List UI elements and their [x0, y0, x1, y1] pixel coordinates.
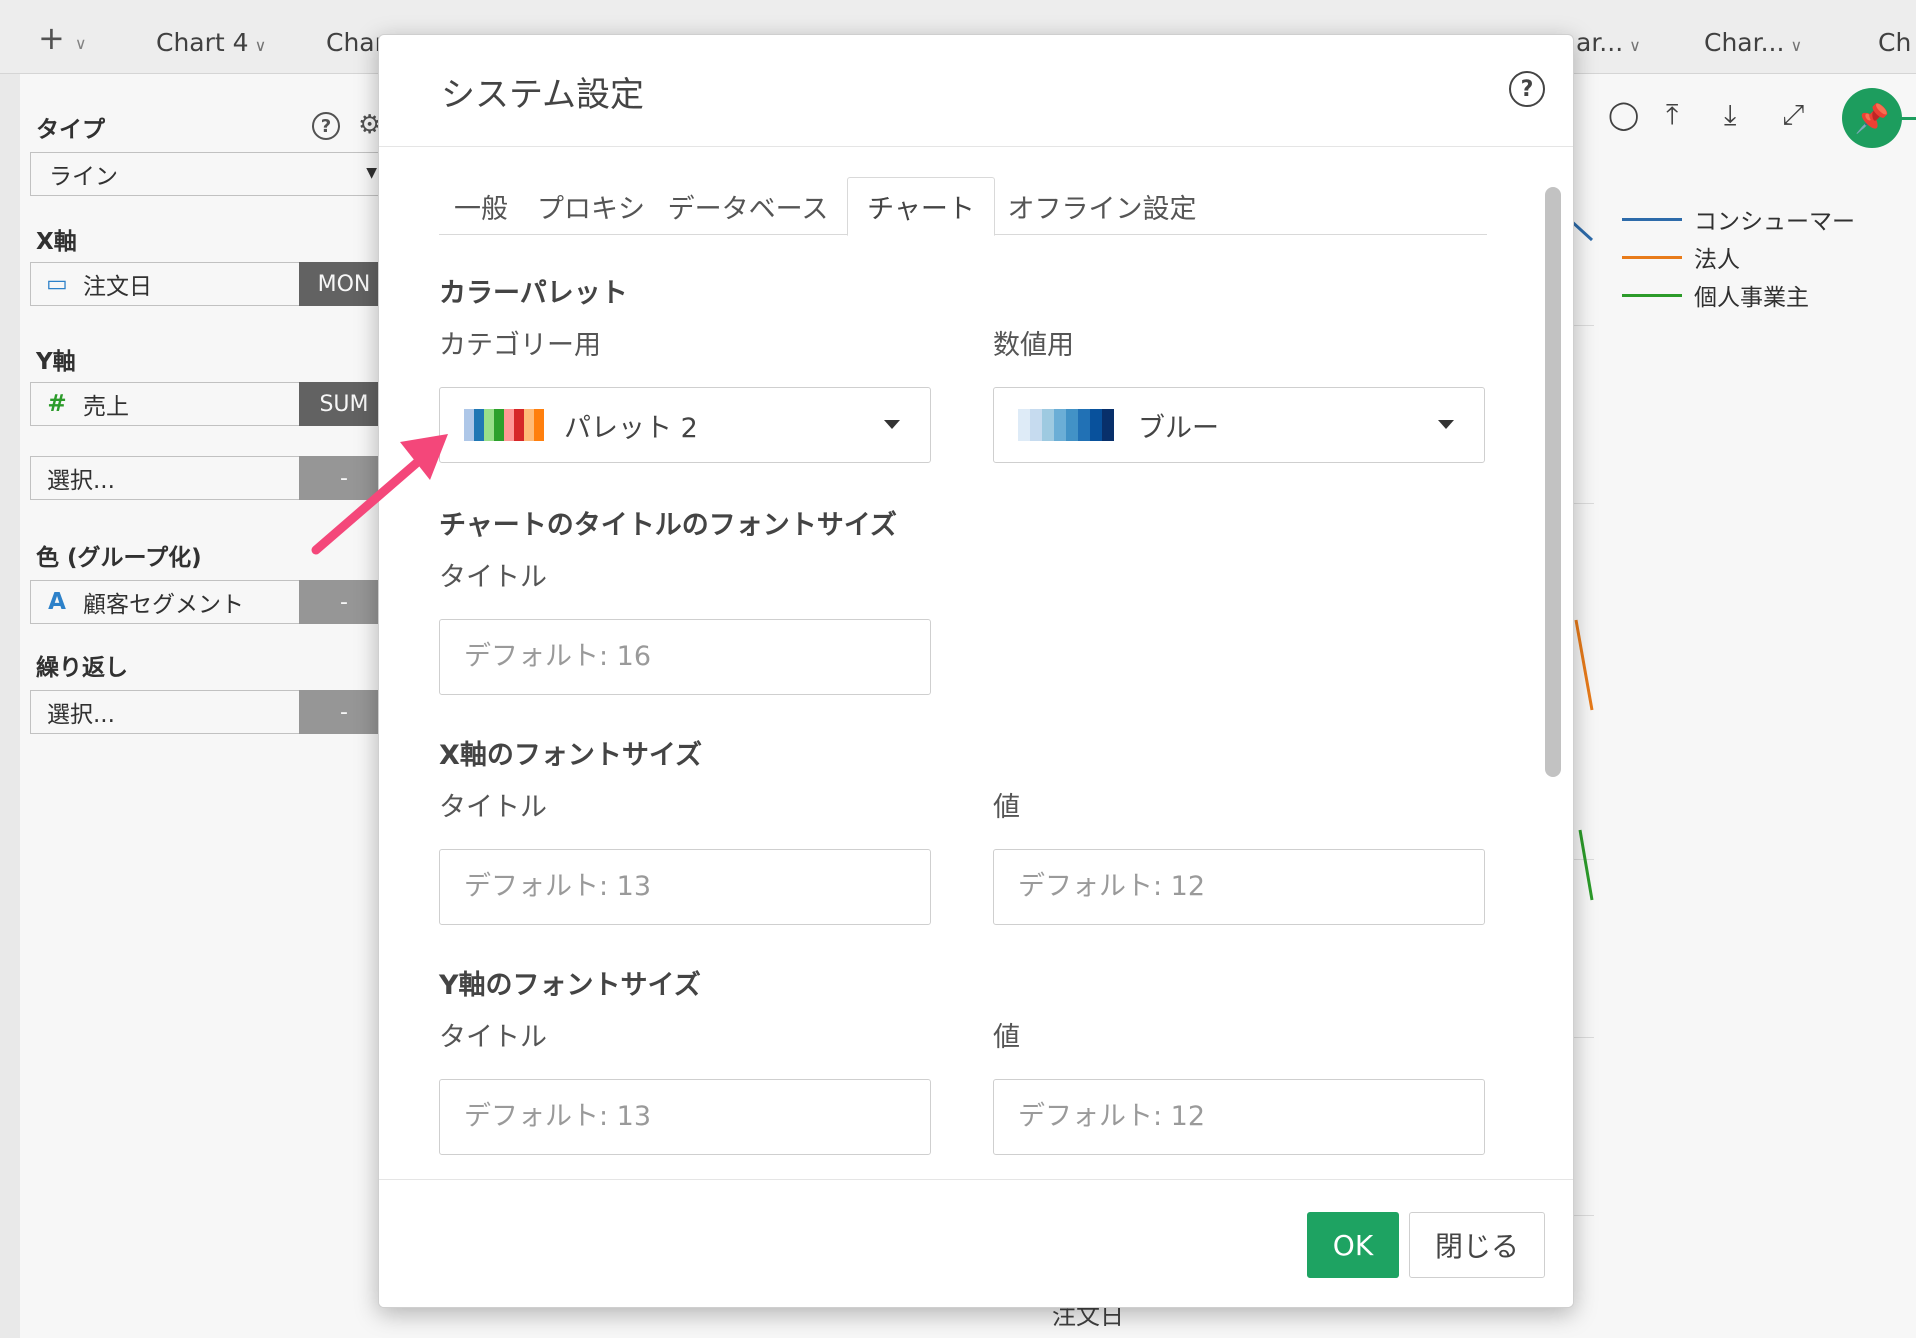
system-settings-dialog: システム設定 ? 一般 プロキシ データベース チャート オフライン設定 カラー…: [378, 34, 1574, 1308]
palette-color-chip: [484, 409, 494, 441]
x-axis-value-label: 値: [993, 792, 1020, 823]
palette-color-chip: [524, 409, 534, 441]
palette-color-chip: [504, 409, 514, 441]
palette-color-chip: [1090, 409, 1102, 441]
numeric-palette-swatch: [1018, 409, 1114, 441]
tab-database[interactable]: データベース: [661, 177, 835, 235]
tab-general[interactable]: 一般: [439, 177, 523, 235]
tab-proxy[interactable]: プロキシ: [535, 177, 647, 235]
annotation-arrow: [311, 434, 448, 555]
x-axis-value-font-input[interactable]: デフォルト: 12: [993, 849, 1485, 925]
close-button[interactable]: 閉じる: [1409, 1212, 1545, 1278]
help-icon[interactable]: ?: [1509, 71, 1545, 107]
palette-color-chip: [464, 409, 474, 441]
palette-color-chip: [514, 409, 524, 441]
y-axis-value-font-input[interactable]: デフォルト: 12: [993, 1079, 1485, 1155]
caret-down-icon: [1438, 420, 1454, 429]
category-palette-label: カテゴリー用: [439, 330, 601, 361]
palette-color-chip: [1078, 409, 1090, 441]
chart-title-font-heading: チャートのタイトルのフォントサイズ: [439, 510, 897, 541]
palette-color-chip: [1042, 409, 1054, 441]
x-axis-title-label: タイトル: [439, 792, 547, 823]
y-axis-font-heading: Y軸のフォントサイズ: [439, 970, 701, 1001]
palette-color-chip: [474, 409, 484, 441]
category-palette-select[interactable]: パレット 2: [439, 387, 931, 463]
tab-offline[interactable]: オフライン設定: [1007, 177, 1197, 235]
color-palette-heading: カラーパレット: [439, 278, 628, 309]
numeric-palette-value: ブルー: [1138, 412, 1219, 444]
arrow-shaft: [311, 455, 425, 555]
tab-chart[interactable]: チャート: [847, 177, 995, 236]
palette-color-chip: [1030, 409, 1042, 441]
category-palette-swatch: [464, 409, 544, 441]
category-palette-value: パレット 2: [564, 412, 698, 444]
y-axis-title-label: タイトル: [439, 1022, 547, 1053]
palette-color-chip: [494, 409, 504, 441]
palette-color-chip: [1102, 409, 1114, 441]
x-axis-title-font-input[interactable]: デフォルト: 13: [439, 849, 931, 925]
palette-color-chip: [1066, 409, 1078, 441]
scrollbar[interactable]: [1545, 187, 1561, 777]
ok-button[interactable]: OK: [1307, 1212, 1399, 1278]
numeric-palette-select[interactable]: ブルー: [993, 387, 1485, 463]
y-axis-title-font-input[interactable]: デフォルト: 13: [439, 1079, 931, 1155]
caret-down-icon: [884, 420, 900, 429]
palette-color-chip: [1018, 409, 1030, 441]
dialog-header: システム設定 ?: [379, 35, 1573, 147]
chart-title-font-input[interactable]: デフォルト: 16: [439, 619, 931, 695]
dialog-body: 一般 プロキシ データベース チャート オフライン設定 カラーパレット カテゴリ…: [379, 147, 1573, 1211]
numeric-palette-label: 数値用: [993, 330, 1074, 361]
y-axis-value-label: 値: [993, 1022, 1020, 1053]
settings-tabs: 一般 プロキシ データベース チャート オフライン設定: [439, 177, 1487, 236]
palette-color-chip: [534, 409, 544, 441]
dialog-title: システム設定: [441, 75, 644, 115]
x-axis-font-heading: X軸のフォントサイズ: [439, 740, 703, 771]
palette-color-chip: [1054, 409, 1066, 441]
dialog-footer: OK 閉じる: [379, 1179, 1573, 1307]
